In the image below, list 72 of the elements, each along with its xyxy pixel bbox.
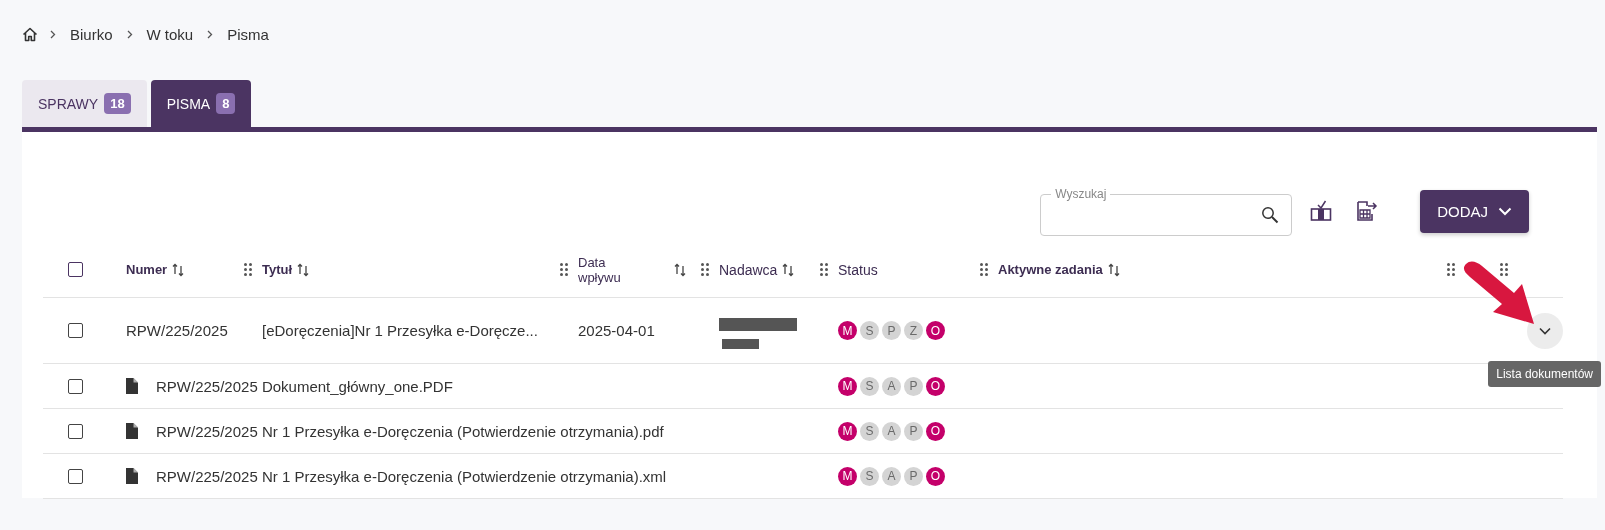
status-badge: M bbox=[838, 321, 857, 340]
file-icon bbox=[126, 378, 138, 394]
add-button[interactable]: DODAJ bbox=[1420, 189, 1529, 233]
status-badge: Z bbox=[904, 321, 923, 340]
column-header[interactable]: Numer bbox=[126, 262, 168, 277]
status-badge: S bbox=[860, 421, 879, 441]
sort-icon[interactable] bbox=[782, 262, 795, 277]
breadcrumb-item[interactable]: W toku bbox=[146, 25, 194, 43]
file-icon bbox=[126, 468, 138, 484]
checkbox[interactable] bbox=[68, 378, 83, 394]
status-badge: P bbox=[882, 321, 901, 340]
status-badge: M bbox=[838, 376, 857, 396]
chevron-icon bbox=[126, 29, 133, 39]
status-badge: S bbox=[860, 466, 879, 486]
breadcrumb-item[interactable]: Biurko bbox=[70, 25, 113, 43]
status-badge: S bbox=[860, 376, 879, 396]
column-header[interactable]: Nadawca bbox=[719, 261, 778, 278]
table-cell: RPW/225/2025 bbox=[126, 322, 228, 339]
breadcrumb-item: Pisma bbox=[227, 25, 269, 43]
status-badge: A bbox=[882, 466, 901, 486]
column-header[interactable]: Data wpływu bbox=[578, 254, 638, 285]
status-badge: M bbox=[838, 421, 857, 441]
search-icon[interactable] bbox=[1261, 205, 1280, 224]
status-badge: A bbox=[882, 421, 901, 441]
sort-icon[interactable] bbox=[297, 262, 310, 277]
status-badge: O bbox=[926, 421, 945, 441]
checkbox[interactable] bbox=[68, 262, 83, 277]
status-badge: M bbox=[838, 466, 857, 486]
home-icon[interactable] bbox=[22, 26, 38, 42]
count-badge: 8 bbox=[216, 93, 236, 114]
sort-icon[interactable] bbox=[1107, 262, 1120, 277]
status-badge: O bbox=[926, 321, 945, 340]
column-header[interactable]: Tytuł bbox=[262, 262, 293, 277]
drag-handle-icon[interactable] bbox=[980, 263, 988, 276]
tab[interactable]: SPRAWY 18 bbox=[22, 80, 147, 127]
table-cell: 2025-04-01 bbox=[578, 322, 655, 339]
status-badge: P bbox=[904, 421, 923, 441]
column-header[interactable]: Status bbox=[838, 261, 878, 278]
status-badge: P bbox=[904, 466, 923, 486]
status-badge: O bbox=[926, 376, 945, 396]
sort-icon[interactable] bbox=[674, 262, 686, 277]
checkbox[interactable] bbox=[68, 323, 83, 338]
columns-icon[interactable] bbox=[1310, 200, 1333, 222]
document-link[interactable]: RPW/225/2025 Dokument_główny_one.PDF bbox=[156, 377, 453, 395]
sort-icon[interactable] bbox=[172, 262, 185, 277]
caret-icon bbox=[1498, 206, 1512, 216]
drag-handle-icon[interactable] bbox=[1447, 263, 1455, 276]
expand-button[interactable] bbox=[1527, 312, 1563, 349]
drag-handle-icon[interactable] bbox=[701, 263, 709, 276]
drag-handle-icon[interactable] bbox=[1500, 263, 1508, 276]
status-badge: S bbox=[860, 321, 879, 340]
chevron-icon bbox=[50, 29, 56, 39]
status-badge: P bbox=[904, 376, 923, 396]
checkbox[interactable] bbox=[68, 468, 83, 484]
checkbox[interactable] bbox=[68, 423, 83, 439]
export-icon[interactable] bbox=[1354, 199, 1379, 223]
count-badge: 18 bbox=[104, 93, 131, 114]
chevron-down-icon bbox=[1539, 326, 1551, 335]
drag-handle-icon[interactable] bbox=[244, 263, 252, 276]
drag-handle-icon[interactable] bbox=[820, 263, 828, 276]
status-badge: O bbox=[926, 466, 945, 486]
document-link[interactable]: RPW/225/2025 Nr 1 Przesyłka e-Doręczenia (Potwierdzenie otrzymania).pdf bbox=[156, 422, 664, 440]
table-cell: [eDoręczenia]Nr 1 Przesyłka e-Doręcze... bbox=[262, 322, 538, 339]
column-header[interactable]: Aktywne zadania bbox=[998, 262, 1103, 277]
tooltip: Lista dokumentów bbox=[1488, 360, 1601, 387]
chevron-icon bbox=[207, 29, 214, 39]
file-icon bbox=[126, 423, 138, 439]
redaction-bar bbox=[722, 339, 759, 349]
status-badge: A bbox=[882, 376, 901, 396]
tab[interactable]: PISMA 8 bbox=[150, 80, 252, 127]
document-link[interactable]: RPW/225/2025 Nr 1 Przesyłka e-Doręczenia (Potwierdzenie otrzymania).xml bbox=[156, 467, 667, 485]
drag-handle-icon[interactable] bbox=[560, 263, 568, 276]
